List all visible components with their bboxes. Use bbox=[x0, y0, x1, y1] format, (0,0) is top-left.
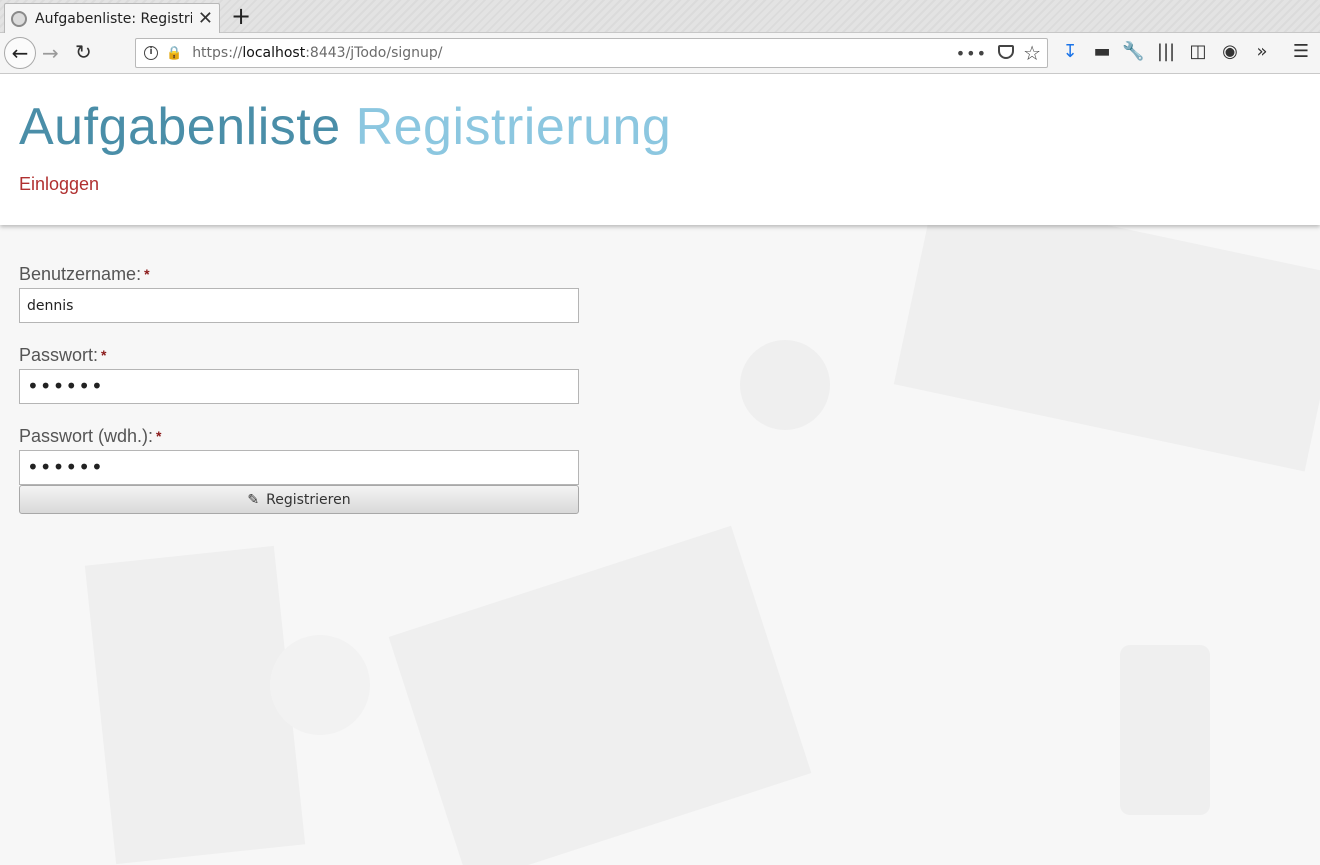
page-title-main: Aufgabenliste bbox=[19, 98, 341, 156]
gnome-icon[interactable]: ◉ bbox=[1219, 41, 1241, 63]
required-marker: * bbox=[156, 428, 162, 444]
browser-tab[interactable]: Aufgabenliste: Registrierung ✕ bbox=[4, 3, 220, 33]
library-icon[interactable]: ||| bbox=[1155, 41, 1177, 63]
username-input[interactable] bbox=[19, 288, 579, 323]
register-button[interactable]: ✎ Registrieren bbox=[19, 485, 579, 514]
password-repeat-label: Passwort (wdh.): * bbox=[19, 426, 162, 446]
login-link[interactable]: Einloggen bbox=[19, 174, 99, 195]
page-title: Aufgabenliste Registrierung bbox=[19, 97, 671, 157]
info-icon[interactable]: i bbox=[144, 46, 158, 60]
wrench-icon[interactable]: 🔧 bbox=[1122, 41, 1144, 63]
bookmark-star-icon[interactable]: ☆ bbox=[1023, 41, 1041, 65]
pencil-icon: ✎ bbox=[247, 491, 260, 508]
page-header: Aufgabenliste Registrierung Einloggen bbox=[0, 75, 1320, 225]
password-input[interactable]: •••••• bbox=[19, 369, 579, 404]
new-tab-button[interactable]: + bbox=[229, 4, 253, 28]
forward-icon[interactable]: → bbox=[42, 41, 59, 65]
required-marker: * bbox=[101, 347, 107, 363]
url-bar[interactable]: i 🔒 https://localhost:8443/jTodo/signup/… bbox=[135, 38, 1048, 68]
phone-illustration bbox=[1120, 645, 1210, 815]
page-title-sub: Registrierung bbox=[355, 98, 672, 156]
overflow-icon[interactable]: » bbox=[1251, 41, 1273, 63]
username-label: Benutzername: * bbox=[19, 264, 150, 284]
cup-illustration bbox=[740, 340, 830, 430]
url-text[interactable]: https://localhost:8443/jTodo/signup/ bbox=[192, 45, 442, 61]
lock-warning-icon[interactable]: 🔒 bbox=[166, 46, 182, 61]
sidebar-icon[interactable]: ◫ bbox=[1187, 41, 1209, 63]
apple-illustration bbox=[270, 635, 370, 735]
favicon-icon bbox=[11, 10, 27, 27]
password-repeat-input[interactable]: •••••• bbox=[19, 450, 579, 485]
menu-icon[interactable]: ☰ bbox=[1290, 41, 1312, 63]
laptop-illustration bbox=[893, 188, 1320, 472]
navigation-toolbar: ← → ↻ i 🔒 https://localhost:8443/jTodo/s… bbox=[0, 33, 1320, 74]
required-marker: * bbox=[144, 266, 150, 282]
signup-form: Benutzername:* Passwort:* •••••• Passwor… bbox=[19, 263, 579, 514]
download-icon[interactable]: ↧ bbox=[1059, 41, 1081, 63]
pocket-icon[interactable] bbox=[998, 45, 1014, 59]
extension-icon[interactable]: ▬ bbox=[1091, 41, 1113, 63]
reload-icon[interactable]: ↻ bbox=[75, 40, 92, 64]
tab-strip: Aufgabenliste: Registrierung ✕ + bbox=[0, 0, 1320, 33]
back-icon[interactable]: ← bbox=[4, 37, 36, 69]
page-actions-icon[interactable]: ••• bbox=[956, 44, 987, 63]
tab-close-icon[interactable]: ✕ bbox=[198, 9, 213, 28]
notepad-illustration bbox=[84, 545, 306, 865]
password-label: Passwort: * bbox=[19, 345, 107, 365]
page-viewport: Aufgabenliste Registrierung Einloggen Be… bbox=[0, 75, 1320, 865]
newspaper-illustration bbox=[388, 525, 812, 865]
register-button-label: Registrieren bbox=[266, 491, 351, 508]
tab-title: Aufgabenliste: Registrierung bbox=[35, 10, 192, 27]
